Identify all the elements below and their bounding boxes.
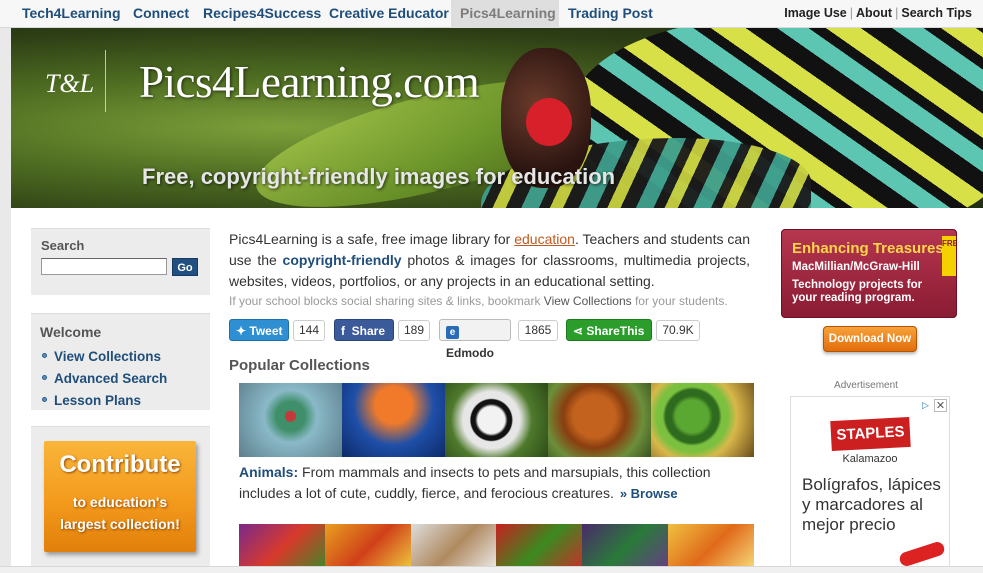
search-panel: Search Go bbox=[31, 228, 210, 295]
intro-part1: Pics4Learning is a safe, free image libr… bbox=[229, 231, 515, 247]
view-collections-note-link[interactable]: View Collections bbox=[544, 294, 632, 308]
intro-text: Pics4Learning is a safe, free image libr… bbox=[229, 229, 750, 292]
bookmark-note: If your school blocks social sharing sit… bbox=[229, 294, 728, 308]
search-heading: Search bbox=[41, 238, 85, 253]
go-button[interactable]: Go bbox=[172, 258, 198, 276]
bullet-icon bbox=[42, 374, 47, 380]
contribute-subtitle: to education's largest collection! bbox=[44, 491, 196, 535]
butterfly-red-spot bbox=[526, 98, 572, 146]
share-count: 189 bbox=[398, 320, 430, 341]
free-badge: FREE bbox=[942, 236, 956, 276]
animals-collection-text: Animals: From mammals and insects to pet… bbox=[239, 462, 729, 504]
tab-connect[interactable]: Connect bbox=[124, 0, 198, 28]
contribute-line1: to education's bbox=[72, 494, 168, 510]
tab-pics4learning[interactable]: Pics4Learning bbox=[451, 0, 559, 28]
treasures-ad[interactable]: Enhancing Treasures: Ca MacMillian/McGra… bbox=[781, 229, 957, 318]
contribute-panel: Contribute to education's largest collec… bbox=[31, 426, 210, 573]
facebook-share-button[interactable]: f Share bbox=[334, 319, 394, 341]
bullet-icon bbox=[42, 352, 47, 358]
ad-headline: Enhancing Treasures: Ca bbox=[792, 240, 957, 257]
tweet-button[interactable]: ✦ Tweet bbox=[229, 319, 289, 341]
sharethis-button[interactable]: ⋖ ShareThis bbox=[566, 319, 652, 341]
lesson-plans-link[interactable]: Lesson Plans bbox=[42, 393, 141, 408]
animals-image-strip[interactable] bbox=[239, 383, 754, 457]
contribute-button[interactable]: Contribute to education's largest collec… bbox=[44, 441, 196, 552]
panda-photo[interactable] bbox=[445, 383, 548, 457]
copyright-friendly-link[interactable]: copyright-friendly bbox=[283, 252, 402, 268]
hummingbird-photo[interactable] bbox=[239, 383, 342, 457]
ad-body: Technology projects for your reading pro… bbox=[792, 279, 923, 304]
utility-links: Image Use | About | Search Tips bbox=[784, 6, 972, 20]
education-link[interactable]: education bbox=[514, 231, 575, 247]
facebook-icon: f bbox=[341, 324, 345, 338]
edmodo-icon: e bbox=[446, 326, 459, 339]
ad-city: Kalamazoo bbox=[842, 453, 898, 465]
sharethis-label: ShareThis bbox=[586, 324, 645, 338]
view-collections-label: View Collections bbox=[54, 349, 162, 364]
advanced-search-link[interactable]: Advanced Search bbox=[42, 371, 167, 386]
animals-title-link[interactable]: Animals: bbox=[239, 464, 298, 480]
close-ad-icon[interactable]: ✕ bbox=[934, 399, 947, 412]
header-banner: T&L Pics4Learning.com Free, copyright-fr… bbox=[11, 28, 983, 208]
lesson-plans-label: Lesson Plans bbox=[54, 393, 142, 408]
sharethis-count: 70.9K bbox=[656, 320, 700, 341]
share-label: Share bbox=[351, 324, 386, 338]
popular-collections-heading: Popular Collections bbox=[229, 357, 370, 374]
edmodo-count: 1865 bbox=[518, 320, 558, 341]
tab-recipes4success[interactable]: Recipes4Success bbox=[194, 0, 330, 28]
tab-trading-post[interactable]: Trading Post bbox=[559, 0, 662, 28]
top-nav: Tech4Learning Connect Recipes4Success Cr… bbox=[0, 0, 983, 28]
sharethis-icon: ⋖ bbox=[573, 324, 584, 338]
twitter-bird-icon: ✦ bbox=[236, 324, 247, 338]
welcome-panel: Welcome View Collections Advanced Search… bbox=[31, 313, 210, 410]
search-tips-link[interactable]: Search Tips bbox=[901, 6, 972, 20]
tweet-label: Tweet bbox=[249, 324, 283, 338]
advertisement-label: Advertisement bbox=[834, 380, 898, 391]
orangutan-photo[interactable] bbox=[548, 383, 651, 457]
edmodo-button[interactable]: e Edmodo bbox=[439, 319, 511, 360]
advanced-search-label: Advanced Search bbox=[54, 371, 168, 386]
edmodo-label: Edmodo bbox=[446, 346, 494, 360]
horizontal-scrollbar[interactable] bbox=[0, 566, 983, 573]
site-tagline: Free, copyright-friendly images for educ… bbox=[142, 164, 616, 189]
tab-tech4learning[interactable]: Tech4Learning bbox=[13, 0, 130, 28]
staples-logo: STAPLES bbox=[830, 416, 911, 452]
view-collections-link[interactable]: View Collections bbox=[42, 349, 161, 364]
main-content: Search Go Welcome View Collections Advan… bbox=[11, 208, 983, 573]
pen-graphic bbox=[897, 540, 947, 568]
image-use-link[interactable]: Image Use bbox=[784, 6, 847, 20]
search-input[interactable] bbox=[41, 258, 167, 275]
download-now-button[interactable]: Download Now bbox=[823, 326, 917, 352]
tweet-count: 144 bbox=[293, 320, 325, 341]
site-title[interactable]: Pics4Learning.com bbox=[139, 56, 480, 108]
ad-text: Bolígrafos, lápices y marcadores al mejo… bbox=[802, 475, 941, 534]
contribute-line2: largest collection! bbox=[60, 516, 180, 532]
note-pre: If your school blocks social sharing sit… bbox=[229, 294, 544, 308]
snake-photo[interactable] bbox=[651, 383, 754, 457]
browse-link[interactable]: » Browse bbox=[620, 486, 678, 501]
contribute-title: Contribute bbox=[59, 451, 181, 478]
tl-logo[interactable]: T&L bbox=[45, 62, 94, 106]
bullet-icon bbox=[42, 396, 47, 402]
adchoices-icon[interactable]: ▷ bbox=[919, 399, 932, 412]
tab-creative-educator[interactable]: Creative Educator bbox=[320, 0, 458, 28]
staples-ad[interactable]: ▷ ✕ STAPLES Kalamazoo Bolígrafos, lápice… bbox=[790, 396, 950, 573]
note-post: for your students. bbox=[631, 294, 728, 308]
logo-divider bbox=[105, 50, 106, 112]
welcome-heading: Welcome bbox=[40, 324, 102, 340]
jellyfish-photo[interactable] bbox=[342, 383, 445, 457]
about-link[interactable]: About bbox=[856, 6, 892, 20]
ad-publisher: MacMillian/McGraw-Hill bbox=[792, 261, 920, 273]
